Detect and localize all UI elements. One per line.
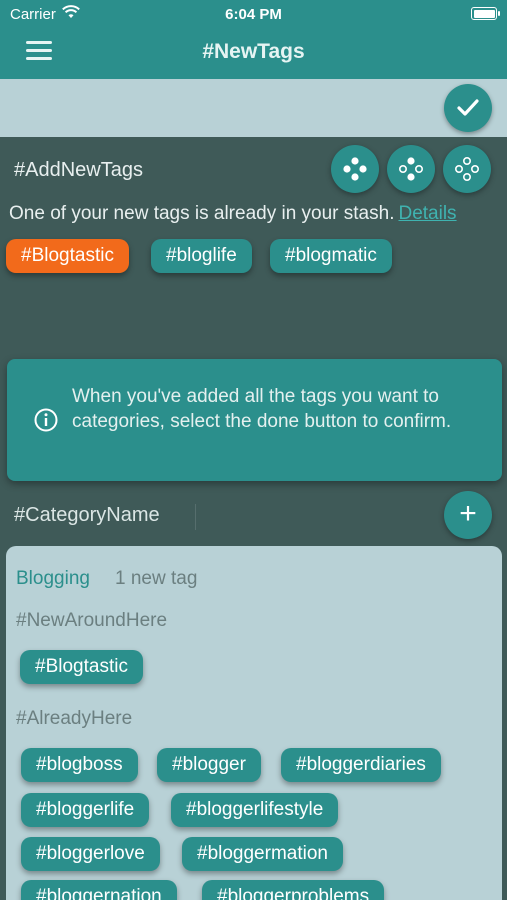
existing-tag-chip[interactable]: #bloggerlifestyle bbox=[171, 793, 339, 827]
page-title: #NewTags bbox=[202, 40, 305, 63]
status-bar: Carrier 6:04 PM bbox=[0, 0, 507, 28]
battery-icon bbox=[471, 7, 500, 20]
info-text: When you've added all the tags you want … bbox=[72, 386, 452, 432]
plus-icon: + bbox=[459, 497, 477, 530]
dots-mixed-icon bbox=[398, 157, 423, 181]
new-tag-count: 1 new tag bbox=[115, 568, 198, 589]
filled-view-button[interactable] bbox=[331, 145, 379, 193]
existing-tag-chip[interactable]: #bloggerdiaries bbox=[281, 748, 441, 782]
existing-tag-chip[interactable]: #blogboss bbox=[21, 748, 138, 782]
new-tag-chip[interactable]: #blogmatic bbox=[270, 239, 392, 273]
new-tag-chip[interactable]: #Blogtastic bbox=[20, 650, 143, 684]
existing-tag-chip[interactable]: #bloggerlove bbox=[21, 837, 160, 871]
details-link[interactable]: Details bbox=[398, 203, 456, 224]
nav-bar: #NewTags bbox=[0, 28, 507, 79]
existing-tag-chip[interactable]: #bloggerproblems bbox=[202, 880, 385, 900]
new-around-here-heading: #NewAroundHere bbox=[16, 610, 168, 631]
category-row: #CategoryName + bbox=[0, 490, 507, 540]
existing-tag-chip[interactable]: #bloggerlife bbox=[21, 793, 150, 827]
stash-message-text: One of your new tags is already in your … bbox=[9, 203, 395, 224]
add-tags-title: #AddNewTags bbox=[14, 159, 143, 181]
new-tag-chip[interactable]: #Blogtastic bbox=[6, 239, 129, 273]
new-tag-chip[interactable]: #bloglife bbox=[151, 239, 252, 273]
existing-tag-chip[interactable]: #bloggermation bbox=[182, 837, 343, 871]
done-button[interactable] bbox=[444, 84, 492, 132]
existing-tag-chip[interactable]: #bloggernation bbox=[21, 880, 177, 900]
dots-outline-icon bbox=[454, 156, 479, 181]
mixed-view-button[interactable] bbox=[387, 145, 435, 193]
category-name-input[interactable]: #CategoryName bbox=[14, 504, 196, 530]
already-here-heading: #AlreadyHere bbox=[16, 708, 133, 729]
info-banner: When you've added all the tags you want … bbox=[7, 359, 502, 481]
existing-tag-chip[interactable]: #blogger bbox=[157, 748, 261, 782]
outline-view-button[interactable] bbox=[443, 145, 491, 193]
action-bar bbox=[0, 79, 507, 137]
stash-message: One of your new tags is already in your … bbox=[9, 203, 457, 225]
info-icon bbox=[34, 408, 58, 432]
header: Carrier 6:04 PM #NewTags bbox=[0, 0, 507, 79]
category-card: Blogging 1 new tag #NewAroundHere #Blogt… bbox=[6, 546, 502, 900]
category-title[interactable]: Blogging bbox=[16, 568, 90, 590]
add-category-button[interactable]: + bbox=[444, 491, 492, 539]
checkmark-icon bbox=[457, 99, 479, 116]
dots-filled-icon bbox=[343, 157, 367, 181]
status-time: 6:04 PM bbox=[225, 6, 282, 23]
